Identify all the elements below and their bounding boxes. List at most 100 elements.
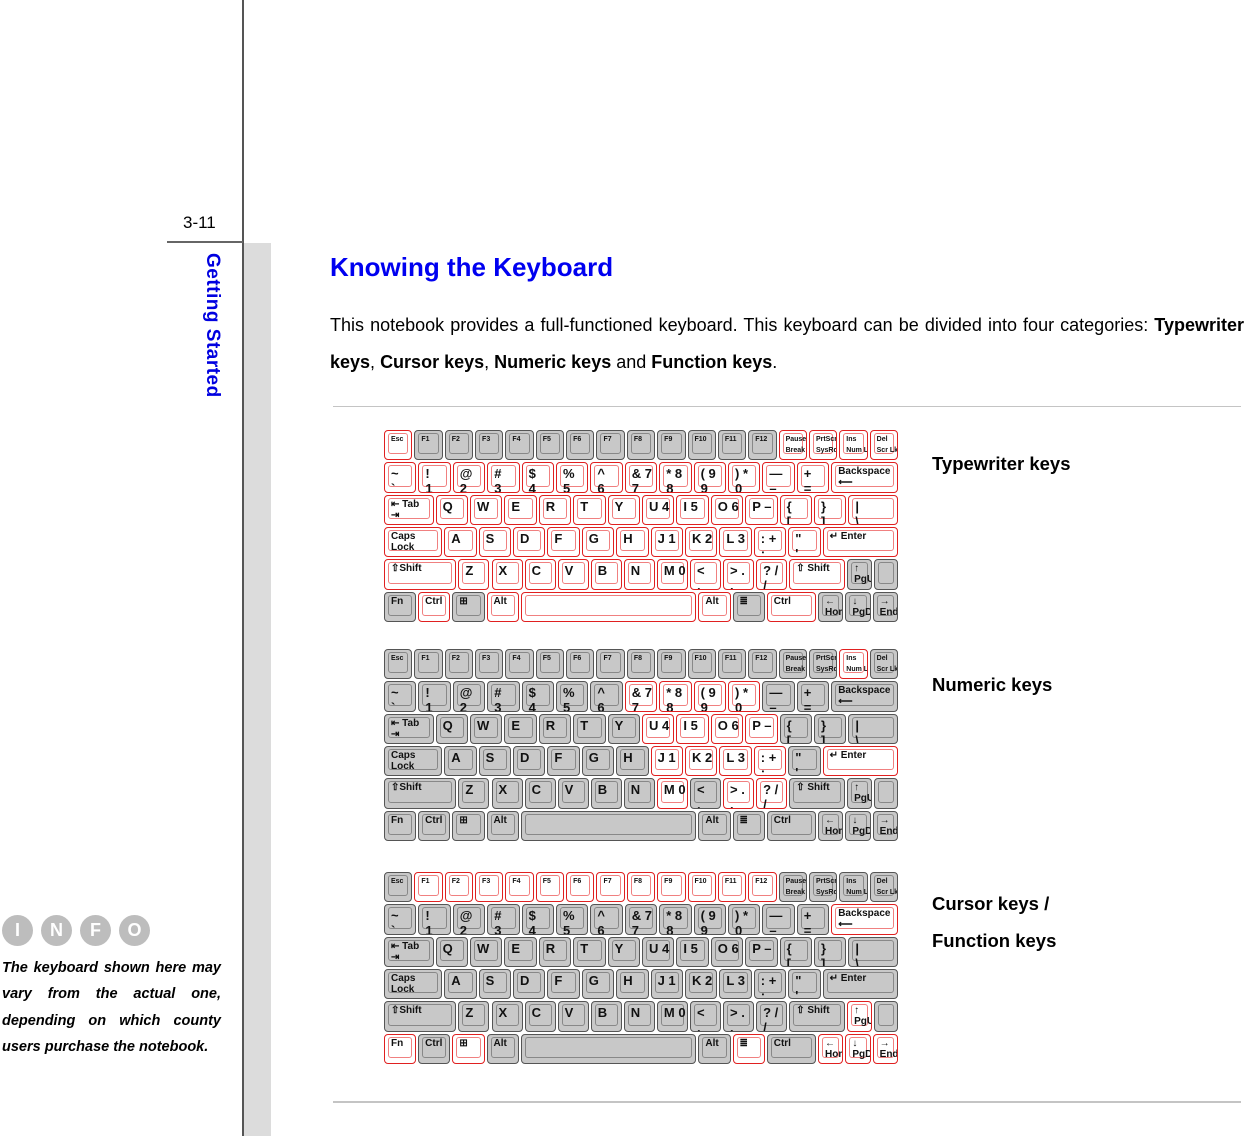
key-f9: F9: [657, 872, 686, 903]
key-f5: F5: [535, 872, 565, 903]
key-label: B: [597, 1005, 608, 1021]
key-label: F6: [573, 655, 582, 662]
key-label: & 7 7: [631, 466, 653, 493]
key-j-1: J 1: [650, 746, 683, 777]
key-label: " ': [795, 750, 802, 777]
key-pause: Pause Break: [778, 430, 807, 461]
key-del: Del Scr Lk: [869, 872, 898, 903]
key-symbol: } ]: [814, 936, 847, 967]
key-f12: F12: [748, 872, 777, 903]
key-symbol: > . .: [723, 1001, 755, 1032]
key-caps: Caps Lock: [384, 969, 443, 1000]
key-label: Fn: [391, 595, 404, 607]
key-label: K 2: [692, 973, 713, 988]
key-f1: F1: [414, 649, 443, 680]
key-label: ← Home: [824, 1037, 842, 1060]
key-symbol: ? / /: [756, 559, 788, 590]
key-label: ^ 6: [597, 685, 605, 712]
key-tab: ⇤ Tab ⇥: [384, 713, 434, 744]
key-label: < ,: [696, 563, 705, 590]
label-line: Numeric keys: [932, 674, 1053, 695]
key-alt: Alt: [698, 810, 731, 841]
key-label: R: [545, 717, 556, 733]
key-label: S: [485, 973, 495, 988]
key-label: F2: [451, 878, 460, 885]
info-letter: N: [41, 915, 72, 946]
key-label: → End: [879, 1037, 898, 1060]
key-label: F10: [694, 655, 707, 662]
key-label: L 3: [726, 973, 745, 988]
intro-sep: ,: [484, 352, 495, 372]
key-e: E: [504, 936, 537, 967]
key-symbol: : + ;: [753, 746, 787, 777]
key-symbol: ! 1: [418, 904, 451, 935]
key-alt: Alt: [486, 1033, 519, 1064]
key-label: * 8 8: [666, 908, 683, 935]
key-label: T: [580, 717, 589, 733]
key-label: E: [511, 498, 521, 514]
key-z: Z: [458, 1001, 490, 1032]
key-label: D: [520, 750, 530, 765]
key-label: ↑ PgUp: [854, 782, 870, 805]
key-label: F1: [421, 655, 430, 662]
key-label: + =: [803, 466, 812, 493]
key-symbol: { [: [779, 494, 812, 525]
key-label: ? / /: [763, 1005, 779, 1032]
key-f3: F3: [475, 430, 504, 461]
key-label: { [: [786, 940, 792, 967]
key-label: Fn: [391, 1037, 404, 1049]
key-label: Q: [442, 717, 453, 733]
key-label: I 5: [683, 940, 698, 956]
key-label: → End: [879, 595, 898, 618]
key-symbol: ← Home: [817, 1033, 844, 1064]
key-ctrl: Ctrl: [418, 591, 451, 622]
key-label: C: [531, 563, 541, 579]
key-f6: F6: [566, 649, 595, 680]
key-tab: ⇤ Tab ⇥: [384, 936, 434, 967]
key-pause: Pause Break: [778, 872, 807, 903]
key-b: B: [590, 778, 622, 809]
key-label: ⊞: [459, 814, 468, 826]
key-label: W: [477, 940, 490, 956]
key-label: ↵ Enter: [829, 973, 867, 984]
key-label: D: [520, 531, 530, 546]
key-l-3: L 3: [719, 527, 752, 558]
key-k-2: K 2: [685, 969, 718, 1000]
key-label: Z: [465, 563, 474, 579]
key-label: Ctrl: [425, 595, 443, 607]
key-label: PrtScrn SysRq: [815, 655, 838, 673]
key-8: * 8 8: [659, 462, 692, 493]
key-c: C: [524, 778, 556, 809]
key-l-3: L 3: [719, 969, 752, 1000]
key-esc: Esc: [384, 430, 413, 461]
key-label: R: [545, 498, 556, 514]
key-label: " ': [795, 531, 802, 558]
key-label: ≣: [739, 595, 748, 607]
key-alt: Alt: [486, 810, 519, 841]
key-label: K 2: [692, 531, 713, 546]
key-f9: F9: [657, 649, 686, 680]
key-f4: F4: [505, 872, 534, 903]
key-label: G: [588, 973, 599, 988]
key-shift: ⇧ Shift: [789, 1001, 846, 1032]
key-label: ! 1: [425, 908, 433, 935]
key-a: A: [444, 969, 477, 1000]
key-k-2: K 2: [685, 746, 718, 777]
key-f4: F4: [505, 649, 534, 680]
key-label: B: [597, 563, 608, 579]
key-f: F: [547, 527, 580, 558]
key-shift: ⇧Shift: [384, 1001, 457, 1032]
key-w: W: [470, 713, 503, 744]
key-symbol: % 5: [556, 462, 589, 493]
key-label: { [: [786, 717, 792, 744]
key-ins: Ins Num Lk: [839, 649, 868, 680]
key-label: N: [630, 782, 641, 798]
key-label: % 5: [563, 908, 575, 935]
key-label: Alt: [705, 595, 719, 607]
key-symbol: : + ;: [753, 527, 787, 558]
key-symbol: @ 2: [452, 462, 486, 493]
key-b: B: [590, 559, 622, 590]
key-w: W: [470, 494, 503, 525]
key-label: A: [451, 750, 461, 765]
key-r: R: [538, 713, 572, 744]
